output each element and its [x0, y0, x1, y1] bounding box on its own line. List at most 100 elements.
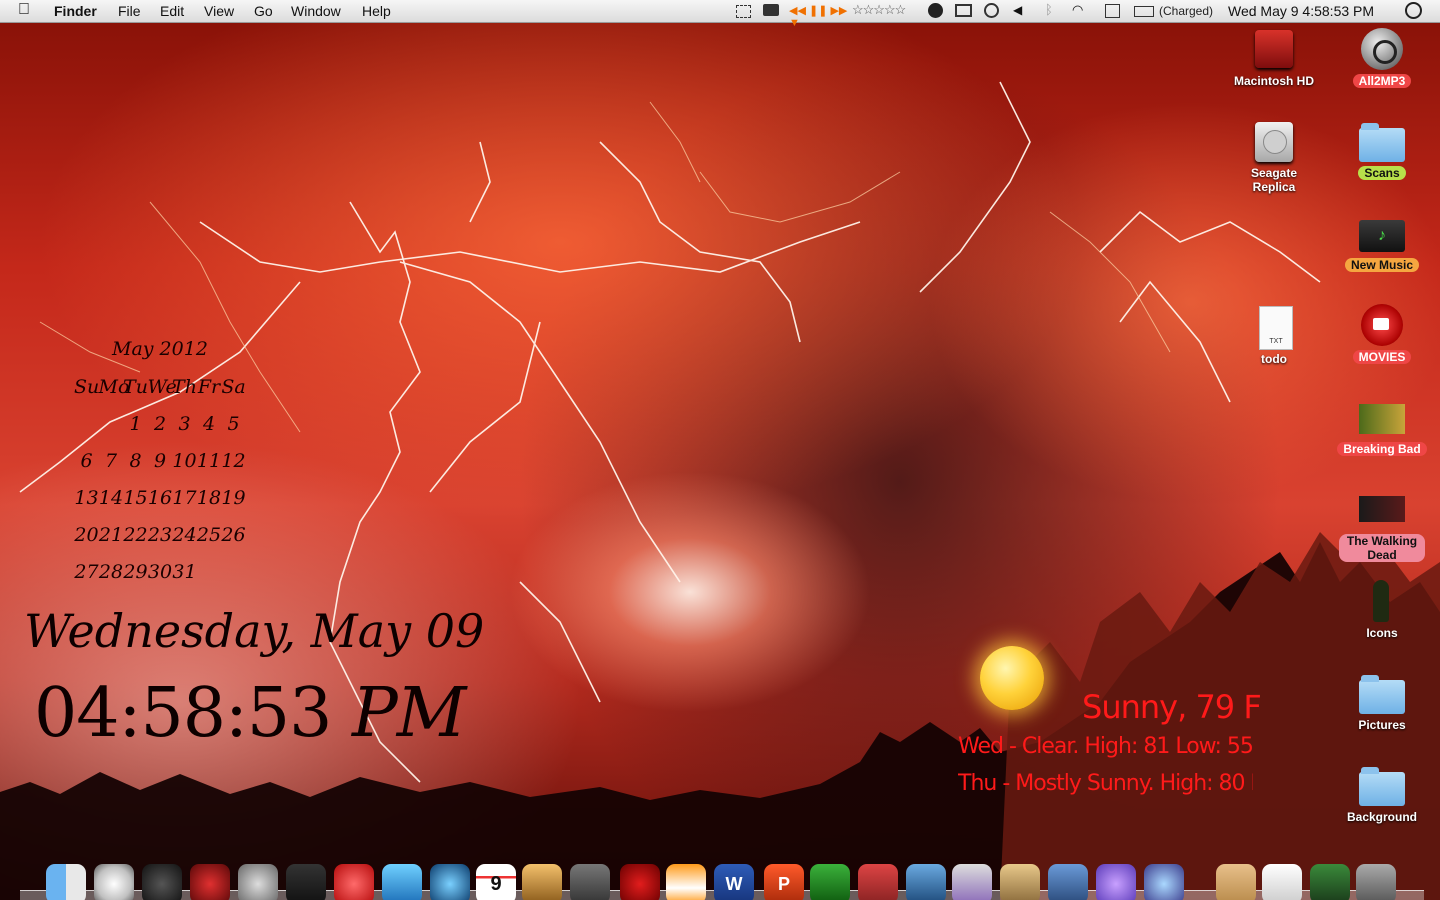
time-machine-icon[interactable] — [984, 3, 999, 18]
calendar-day[interactable]: 4 — [197, 413, 222, 435]
calendar-day[interactable]: 15 — [123, 487, 148, 509]
dock-item-app-store[interactable] — [334, 864, 374, 900]
dock-item-preview[interactable] — [906, 864, 946, 900]
dock-item-utorrent[interactable] — [620, 864, 660, 900]
menu-view[interactable]: View — [204, 3, 234, 19]
utilities-icon — [1356, 864, 1396, 900]
dock-item-photo-booth-hd[interactable] — [570, 864, 610, 900]
dock-item-image-capture[interactable] — [1048, 864, 1088, 900]
menu-file[interactable]: File — [118, 3, 141, 19]
dock-item-photo-booth[interactable] — [1310, 864, 1350, 900]
volume-icon[interactable]: ◀ — [1013, 3, 1029, 17]
calendar-day[interactable]: 2 — [148, 413, 173, 435]
dock-item-archive[interactable] — [1000, 864, 1040, 900]
calendar-day[interactable]: 1 — [123, 413, 148, 435]
calendar-day[interactable]: 22 — [123, 524, 148, 546]
dock-item-iphoto[interactable] — [522, 864, 562, 900]
calendar-day[interactable]: 28 — [99, 561, 124, 583]
calendar-day[interactable]: 11 — [197, 450, 222, 472]
apple-menu-icon[interactable]:  — [18, 1, 30, 19]
spotlight-icon[interactable] — [1405, 2, 1422, 19]
calendar-day[interactable]: 29 — [123, 561, 148, 583]
dock-item-contacts[interactable] — [1216, 864, 1256, 900]
dock-item-system-preferences[interactable] — [238, 864, 278, 900]
calendar-day[interactable]: 25 — [197, 524, 222, 546]
calendar-day[interactable]: 14 — [99, 487, 124, 509]
menu-edit[interactable]: Edit — [160, 3, 184, 19]
dock-item-dashboard[interactable] — [286, 864, 326, 900]
menu-clock[interactable]: Wed May 9 4:58:53 PM — [1228, 3, 1374, 19]
desktop-icon-macintosh-hd[interactable]: Macintosh HD — [1226, 28, 1322, 90]
dock-item-safari[interactable] — [94, 864, 134, 900]
terminal-icon[interactable] — [763, 4, 779, 16]
calendar-day[interactable]: 7 — [99, 450, 124, 472]
desktop-icon-all2mp3[interactable]: All2MP3 — [1334, 28, 1430, 90]
calendar-day[interactable]: 21 — [99, 524, 124, 546]
calendar-day[interactable]: 9 — [148, 450, 173, 472]
time-digits: 04:58:53 — [34, 674, 332, 753]
menu-help[interactable]: Help — [362, 3, 391, 19]
menu-window[interactable]: Window — [291, 3, 341, 19]
calendar-day[interactable]: 23 — [148, 524, 173, 546]
app-menu-finder[interactable]: Finder — [54, 3, 97, 19]
calendar-day[interactable]: 19 — [221, 487, 246, 509]
dock-item-vlc[interactable] — [666, 864, 706, 900]
dock-item-joystick[interactable] — [858, 864, 898, 900]
calendar-day[interactable]: 18 — [197, 487, 222, 509]
keyboard-icon[interactable] — [1105, 4, 1120, 18]
dock-item-time-machine[interactable] — [430, 864, 470, 900]
menu-go[interactable]: Go — [254, 3, 273, 19]
system-preferences-icon — [238, 864, 278, 900]
desktop-icon-scans[interactable]: Scans — [1334, 120, 1430, 182]
dock-item-ical[interactable]: 9 — [476, 864, 516, 900]
calendar-day[interactable]: 6 — [74, 450, 99, 472]
dock-item-word[interactable]: W — [714, 864, 754, 900]
evernote-icon[interactable] — [928, 3, 943, 18]
dock-item-screen-sharing[interactable] — [190, 864, 230, 900]
calendar-day[interactable]: 12 — [221, 450, 246, 472]
iphoto-icon — [522, 864, 562, 900]
folder-icon — [1359, 672, 1405, 714]
wifi-icon[interactable]: ◠ — [1072, 2, 1094, 17]
dock-item-utilities[interactable] — [1356, 864, 1396, 900]
calendar-day[interactable]: 26 — [221, 524, 246, 546]
utorrent-icon — [620, 864, 660, 900]
calendar-day[interactable]: 13 — [74, 487, 99, 509]
display-icon[interactable] — [955, 4, 972, 17]
rating-stars-icon[interactable]: ☆☆☆☆☆ — [852, 2, 924, 17]
calendar-day[interactable]: 10 — [172, 450, 197, 472]
desktop-icon-breaking-bad[interactable]: Breaking Bad — [1334, 396, 1430, 458]
calendar-day[interactable]: 30 — [148, 561, 173, 583]
calendar-day[interactable]: 16 — [148, 487, 173, 509]
dock-item-mail[interactable] — [382, 864, 422, 900]
calendar-day[interactable]: 8 — [123, 450, 148, 472]
dock-item-textwrangler[interactable] — [952, 864, 992, 900]
calendar-day[interactable]: 17 — [172, 487, 197, 509]
dock-item-excel[interactable] — [810, 864, 850, 900]
desktop-icon-seagate-replica[interactable]: Seagate Replica — [1226, 120, 1322, 196]
dock-item-flv[interactable] — [1262, 864, 1302, 900]
desktop-icon-todo[interactable]: TXT todo — [1226, 306, 1322, 368]
calendar-day[interactable]: 24 — [172, 524, 197, 546]
desktop-icon-icons[interactable]: Icons — [1334, 580, 1430, 642]
dock-item-quicktime[interactable] — [1144, 864, 1184, 900]
calendar-day[interactable]: 31 — [172, 561, 197, 583]
desktop-icon-walking-dead[interactable]: The Walking Dead — [1334, 488, 1430, 564]
calendar-day[interactable]: 27 — [74, 561, 99, 583]
desktop-icon-pictures[interactable]: Pictures — [1334, 672, 1430, 734]
battery-icon[interactable] — [1134, 6, 1154, 17]
dock-item-powerpoint[interactable]: P — [764, 864, 804, 900]
screenshot-icon[interactable] — [736, 5, 751, 18]
desktop[interactable]: May 2012 Su Mo Tu We Th Fr Sa 1 2 3 4 5 6 7 8 9 10 11 12 1… — [0, 22, 1440, 900]
desktop-icon-background[interactable]: Background — [1334, 764, 1430, 826]
media-controls-icon[interactable]: ◀◀ ❚❚ ▶▶ ▼ — [789, 4, 851, 29]
calendar-day[interactable]: 20 — [74, 524, 99, 546]
calendar-day[interactable]: 3 — [172, 413, 197, 435]
desktop-icon-new-music[interactable]: ♪ New Music — [1334, 212, 1430, 274]
dock-item-itunes[interactable] — [142, 864, 182, 900]
bluetooth-icon[interactable]: ᛒ — [1045, 2, 1061, 17]
dock-item-skype[interactable] — [1096, 864, 1136, 900]
calendar-day[interactable]: 5 — [221, 413, 246, 435]
dock-item-finder[interactable] — [46, 864, 86, 900]
desktop-icon-movies[interactable]: MOVIES — [1334, 304, 1430, 366]
